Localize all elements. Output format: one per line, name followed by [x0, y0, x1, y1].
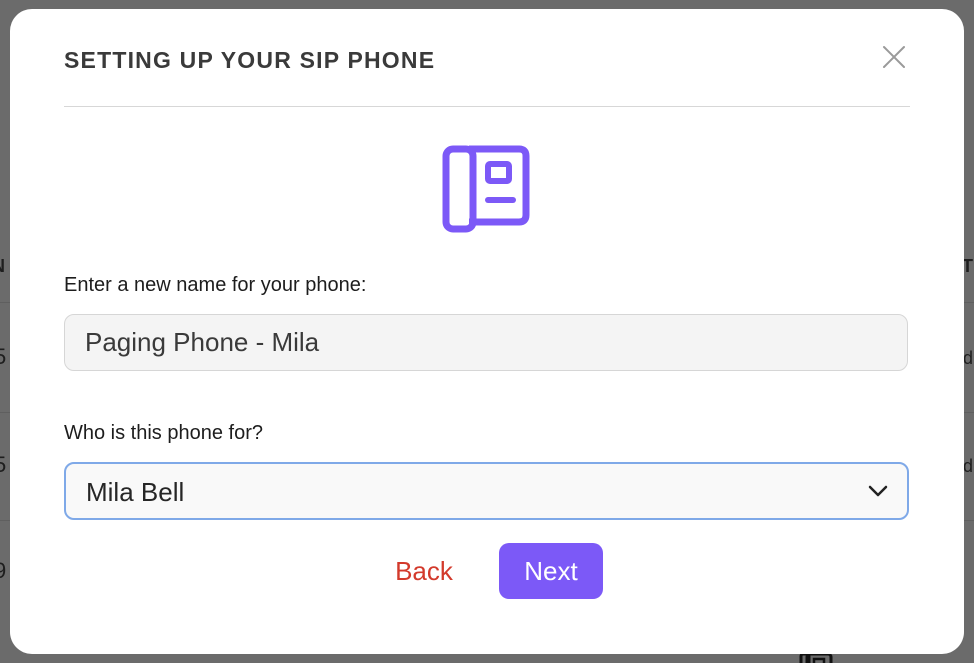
- background-text: 5: [0, 452, 7, 477]
- phone-owner-selected-value: Mila Bell: [86, 477, 185, 507]
- chevron-down-icon: [868, 485, 888, 497]
- phone-name-input[interactable]: [64, 314, 908, 371]
- background-text: d: [963, 456, 974, 476]
- header-divider: [64, 106, 910, 107]
- close-button[interactable]: [878, 41, 910, 73]
- close-icon: [883, 46, 905, 68]
- phone-name-label: Enter a new name for your phone:: [64, 274, 367, 296]
- phone-owner-label: Who is this phone for?: [64, 422, 263, 444]
- phone-owner-select[interactable]: Mila Bell: [64, 462, 909, 520]
- background-text: 9: [0, 558, 7, 583]
- dialog-title: SETTING UP YOUR SIP PHONE: [64, 47, 436, 73]
- desk-phone-icon: [442, 145, 530, 233]
- background-text: N: [0, 256, 5, 277]
- background-text: d: [963, 348, 974, 368]
- back-button[interactable]: Back: [384, 549, 464, 593]
- sip-setup-dialog: SETTING UP YOUR SIP PHONE Enter a new na…: [10, 9, 964, 654]
- background-text: 5: [0, 344, 7, 369]
- next-button[interactable]: Next: [499, 543, 603, 599]
